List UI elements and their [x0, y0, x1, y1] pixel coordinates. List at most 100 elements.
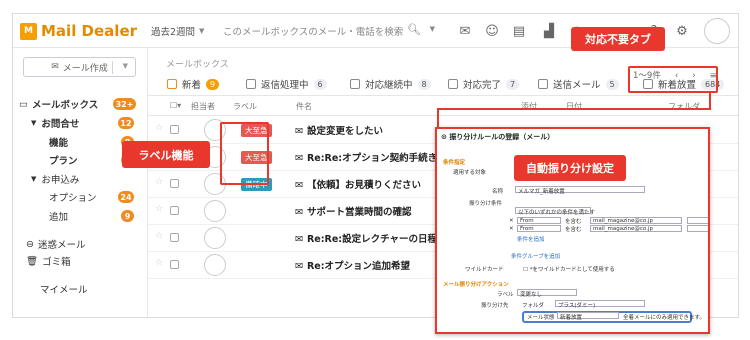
compose-button[interactable]: ✉ メール作成 ▼: [23, 57, 136, 77]
condition-field-select-1[interactable]: From: [517, 217, 561, 224]
sidebar-item-label: 迷惑メール: [37, 240, 86, 251]
star-icon[interactable]: ☆: [155, 258, 163, 268]
tab-checkbox-icon: [167, 79, 177, 89]
tab-replying[interactable]: 返信処理中 6: [246, 77, 327, 91]
sidebar-badge: 24: [118, 191, 134, 203]
row-subject[interactable]: ✉ 【依頼】お見積りください: [295, 177, 421, 191]
name-field[interactable]: メルマガ_新着放置: [515, 186, 645, 195]
mail-state-value: 新着放置: [560, 315, 583, 321]
sidebar-item-trash[interactable]: 🗑︎ ゴミ箱: [26, 254, 71, 269]
tab-checkbox-icon: [246, 79, 256, 89]
mail-state-select[interactable]: 新着放置: [557, 312, 619, 321]
star-icon[interactable]: ☆: [155, 177, 163, 187]
add-condition-link[interactable]: 条件を追加: [517, 235, 545, 243]
row-subject[interactable]: ✉ Re:Re:設定レクチャーの日程調整: [295, 231, 456, 245]
row-subject-text: 【依頼】お見積りください: [306, 180, 421, 191]
condition-extra-input-2[interactable]: [687, 225, 708, 232]
sidebar-item-label: お問合せ: [41, 119, 80, 130]
assignee-avatar: [204, 227, 226, 249]
callout-no-action-tab: 対応不要タブ: [571, 27, 665, 51]
condition-mode-value: 以下のいずれかの条件を満たす: [518, 210, 596, 216]
condition-value-input-1[interactable]: mail_magazine@co.jp: [590, 217, 682, 224]
wildcard-label: ワイルドカード: [465, 267, 504, 273]
col-assignee[interactable]: 担当者: [191, 101, 215, 112]
callout-label-feature: ラベル機能: [122, 141, 210, 168]
star-icon[interactable]: ☆: [155, 204, 163, 214]
mail-state-note: 全着メールにのみ適用できます。: [623, 315, 705, 321]
folder-select-value: プラス(ダミー): [558, 303, 596, 309]
sidebar-item-mailbox[interactable]: ▭ メールボックス: [19, 97, 99, 112]
sidebar: ✉メール作成 ▼ ▭メールボックス 32+ ▼お問合せ 12 機能 8 プラン …: [13, 48, 148, 317]
condition-field-value: From: [520, 218, 534, 224]
label-action-select[interactable]: 変更なし: [517, 289, 577, 298]
row-checkbox[interactable]: [170, 260, 179, 269]
assignee-avatar: [204, 200, 226, 222]
sidebar-item-add[interactable]: 追加: [49, 209, 68, 223]
smile-icon[interactable]: ☺: [483, 22, 501, 40]
tab-new[interactable]: 新着 9: [167, 77, 220, 91]
gear-icon[interactable]: ⚙: [673, 22, 691, 40]
logo-mark: M: [20, 22, 37, 40]
add-group-link[interactable]: 条件グループを追加: [511, 252, 560, 260]
condition-mode-select[interactable]: 以下のいずれかの条件を満たす: [515, 207, 595, 216]
chart-icon[interactable]: ▟: [540, 22, 558, 40]
remove-condition-icon[interactable]: ✕: [509, 226, 514, 232]
name-label: 名称: [492, 189, 504, 195]
connector-line: [437, 93, 711, 127]
tab-count: 5: [605, 78, 619, 90]
condition-extra-input-1[interactable]: [687, 217, 708, 224]
col-subject[interactable]: 件名: [296, 101, 312, 112]
period-select[interactable]: 過去2週間 ▼: [151, 22, 204, 40]
sidebar-item-option[interactable]: オプション: [49, 190, 97, 204]
tab-checkbox-icon: [538, 79, 548, 89]
row-checkbox[interactable]: [170, 179, 179, 188]
condition-label: 振り分け条件: [469, 201, 503, 207]
logo-text: Mail Dealer: [41, 22, 138, 40]
search-options-icon[interactable]: ▼: [430, 25, 435, 33]
condition-value-input-2[interactable]: mail_magazine@co.jp: [590, 225, 682, 232]
select-all-checkbox[interactable]: ☐▾: [170, 101, 181, 110]
search-icon[interactable]: 🔍︎: [407, 23, 421, 36]
row-subject-text: 設定変更をしたい: [306, 126, 383, 137]
folder-select[interactable]: プラス(ダミー): [555, 300, 645, 309]
logo[interactable]: M Mail Dealer: [20, 21, 137, 41]
sidebar-item-spam[interactable]: ⊖ 迷惑メール: [26, 237, 86, 252]
mail-icon[interactable]: ✉: [456, 22, 474, 40]
assignee-avatar: [204, 254, 226, 276]
condition-field-value: From: [520, 226, 534, 232]
action-heading: メール振り分けアクション: [443, 282, 509, 288]
row-checkbox[interactable]: [170, 206, 179, 215]
chevron-down-icon[interactable]: ▼: [123, 62, 128, 70]
search-input[interactable]: このメールボックスのメール・電話を検索 🔍︎ ▼: [209, 20, 441, 42]
tab-label: 対応継続中: [365, 80, 413, 91]
row-subject[interactable]: ✉ 設定変更をしたい: [295, 123, 383, 137]
row-subject[interactable]: ✉ サポート営業時間の確認: [295, 204, 411, 218]
sidebar-item-label: プラン: [49, 156, 78, 167]
envelope-icon: ✉: [295, 261, 303, 272]
sidebar-item-mymail[interactable]: マイメール: [40, 282, 88, 296]
row-checkbox[interactable]: [170, 233, 179, 242]
user-avatar[interactable]: [704, 18, 730, 44]
sidebar-item-label: メールボックス: [31, 100, 99, 111]
col-label[interactable]: ラベル: [233, 101, 257, 112]
star-icon[interactable]: ☆: [155, 123, 163, 133]
sidebar-item-plan[interactable]: プラン: [49, 153, 78, 167]
sidebar-item-application[interactable]: ▼ お申込み: [31, 172, 79, 186]
sidebar-item-feature[interactable]: 機能: [49, 135, 68, 149]
condition-value: mail_magazine@co.jp: [593, 218, 653, 224]
condition-operator: を含む: [565, 219, 582, 225]
row-checkbox[interactable]: [170, 125, 179, 134]
document-icon[interactable]: ▤: [510, 22, 528, 40]
tab-label: 新着: [182, 80, 202, 91]
sidebar-item-inquiry[interactable]: ▼ お問合せ: [31, 116, 79, 130]
wildcard-checkbox[interactable]: ☐ *をワイルドカードとして使用する: [523, 265, 615, 273]
envelope-icon: ✉: [295, 126, 303, 137]
remove-condition-icon[interactable]: ✕: [509, 218, 514, 224]
row-subject[interactable]: ✉ Re:オプション追加希望: [295, 258, 410, 272]
tab-count: 8: [417, 78, 431, 90]
tab-count: 6: [313, 78, 327, 90]
star-icon[interactable]: ☆: [155, 231, 163, 241]
condition-value: mail_magazine@co.jp: [593, 226, 653, 232]
tab-continuing[interactable]: 対応継続中 8: [350, 77, 431, 91]
condition-field-select-2[interactable]: From: [517, 225, 561, 232]
